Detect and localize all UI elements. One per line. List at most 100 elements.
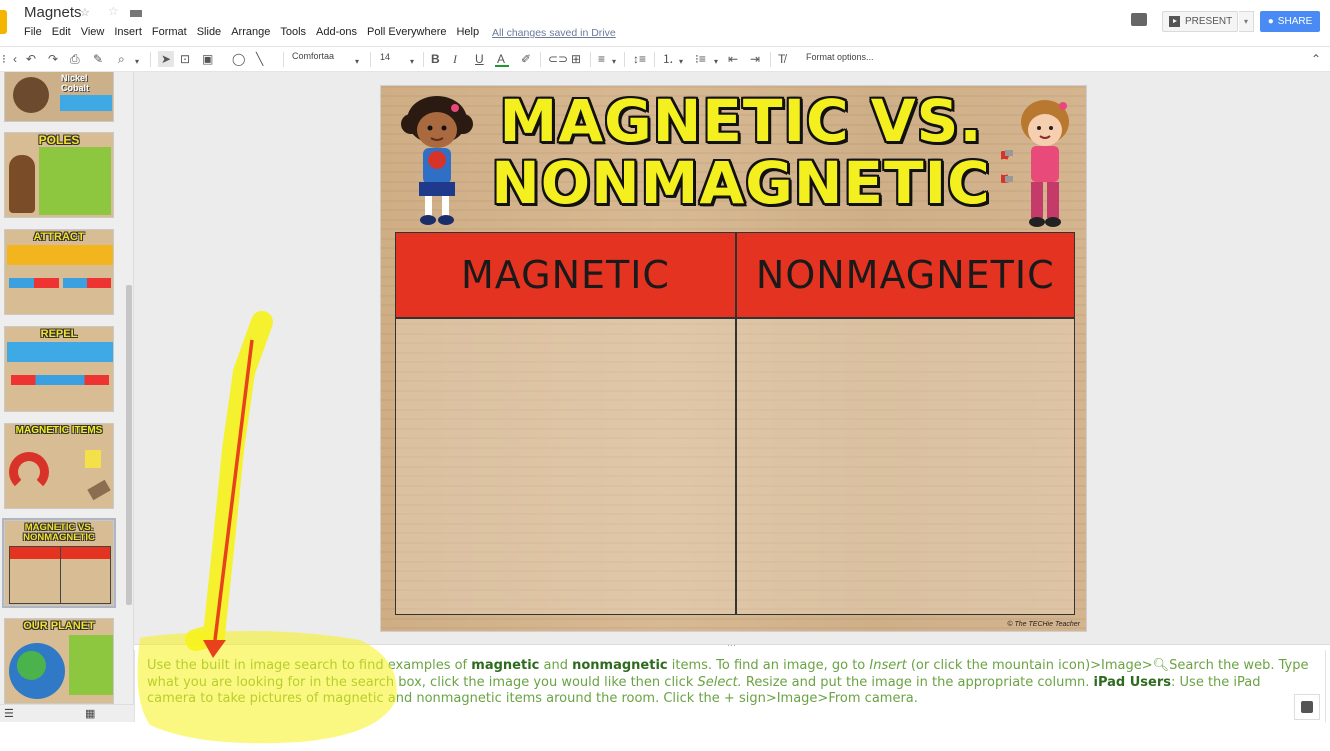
zoom-dropdown-icon[interactable]: ▾ bbox=[135, 54, 139, 70]
folder-icon[interactable] bbox=[130, 10, 142, 17]
menu-poll-everywhere[interactable]: Poll Everywhere bbox=[367, 26, 446, 42]
filmstrip-scrollbar[interactable] bbox=[126, 285, 132, 605]
undo-icon[interactable]: ↶ bbox=[26, 51, 36, 67]
underline-icon[interactable]: U bbox=[475, 51, 484, 67]
paint-format-icon[interactable]: ✎ bbox=[93, 51, 103, 67]
image-icon[interactable]: ▣ bbox=[202, 51, 213, 67]
slide-thumbnail-2[interactable]: POLES bbox=[4, 132, 114, 218]
toolbar-divider bbox=[370, 52, 371, 67]
speaker-notes[interactable]: Use the built in image search to find ex… bbox=[134, 650, 1326, 722]
toolbar-divider bbox=[654, 52, 655, 67]
notes-bold-magnetic: magnetic bbox=[471, 658, 540, 673]
select-tool-icon[interactable]: ➤ bbox=[158, 51, 175, 67]
grid-view-icon[interactable]: ▦ bbox=[85, 707, 95, 720]
font-size-dropdown[interactable]: 14 bbox=[380, 52, 390, 62]
font-size-arrow-icon[interactable]: ▾ bbox=[410, 54, 414, 70]
menu-edit[interactable]: Edit bbox=[52, 26, 71, 42]
decrease-indent-icon[interactable]: ⇤ bbox=[728, 51, 738, 67]
zoom-icon[interactable]: ⌕ bbox=[118, 51, 125, 67]
notes-bold-ipad-users: iPad Users bbox=[1093, 674, 1172, 690]
notes-text: (or click the mountain icon)>Image> bbox=[906, 658, 1153, 673]
print-icon[interactable]: ⎙ bbox=[70, 51, 80, 67]
filmstrip-view-bar bbox=[0, 704, 134, 722]
toolbar-collapse-icon[interactable]: ⁝ bbox=[2, 51, 6, 67]
menu-slide[interactable]: Slide bbox=[197, 26, 221, 42]
menu-file[interactable]: File bbox=[24, 26, 42, 42]
girl-with-magnet-image bbox=[1001, 100, 1069, 227]
bulleted-list-dropdown-icon[interactable]: ▾ bbox=[714, 54, 718, 70]
slide-thumbnail-4[interactable]: REPEL bbox=[4, 326, 114, 412]
slide-thumbnail-title: Nickel Cobalt bbox=[61, 73, 89, 93]
slide-thumbnail-3[interactable]: ATTRACT bbox=[4, 229, 114, 315]
notes-italic-select: Select. bbox=[697, 674, 742, 690]
comments-icon[interactable] bbox=[1131, 13, 1147, 26]
italic-icon[interactable]: I bbox=[453, 51, 457, 67]
slide-thumbnail-title: REPEL bbox=[40, 328, 78, 340]
notes-resize-handle-icon[interactable]: ··· bbox=[727, 640, 736, 650]
girl-character-image bbox=[401, 96, 473, 225]
slide-title-line-2: NONMAGNETIC bbox=[491, 149, 991, 217]
slide-thumbnail-5[interactable]: MAGNETIC ITEMS bbox=[4, 423, 114, 509]
thumbnail-table-divider bbox=[60, 547, 61, 603]
bold-icon[interactable]: B bbox=[431, 51, 440, 67]
collapse-toolbar-icon[interactable]: ⌃ bbox=[1311, 51, 1321, 67]
toolbar-divider bbox=[624, 52, 625, 67]
numbered-list-dropdown-icon[interactable]: ▾ bbox=[679, 54, 683, 70]
menu-help[interactable]: Help bbox=[456, 26, 479, 42]
font-dropdown[interactable]: Comfortaa bbox=[292, 51, 334, 61]
slide-title[interactable]: MAGNETIC VS. NONMAGNETIC bbox=[481, 90, 1001, 214]
increase-indent-icon[interactable]: ⇥ bbox=[750, 51, 760, 67]
shape-icon[interactable]: ◯ bbox=[232, 51, 245, 67]
toolbar-chevron-icon[interactable]: ‹ bbox=[13, 51, 17, 67]
menu-view[interactable]: View bbox=[81, 26, 105, 42]
slide-thumbnail-1[interactable]: Nickel Cobalt bbox=[4, 72, 114, 122]
textbox-icon[interactable]: ⊡ bbox=[180, 51, 190, 67]
thumbnail-text-box bbox=[69, 635, 113, 695]
column-header-nonmagnetic[interactable]: NONMAGNETIC bbox=[736, 233, 1074, 317]
thumbnail-character-image bbox=[9, 155, 35, 213]
toolbar-divider bbox=[590, 52, 591, 67]
filmstrip-view-icon[interactable]: ☰ bbox=[4, 707, 14, 720]
numbered-list-icon[interactable]: ⒈ bbox=[662, 51, 674, 67]
menu-insert[interactable]: Insert bbox=[114, 26, 142, 42]
slide-canvas[interactable]: MAGNETIC VS. NONMAGNETIC MAGNETIC NONMAG… bbox=[380, 85, 1087, 632]
format-options-button[interactable]: Format options... bbox=[806, 52, 874, 62]
share-button[interactable]: ● SHARE bbox=[1260, 11, 1320, 32]
explore-button[interactable] bbox=[1294, 694, 1320, 720]
link-icon[interactable]: ⊂⊃ bbox=[548, 51, 568, 67]
font-dropdown-arrow-icon[interactable]: ▾ bbox=[355, 54, 359, 70]
menu-addons[interactable]: Add-ons bbox=[316, 26, 357, 42]
star-outline-icon[interactable]: ☆ bbox=[108, 4, 119, 18]
thumbnail-horseshoe-magnet-image bbox=[9, 452, 49, 492]
menu-tools[interactable]: Tools bbox=[280, 26, 306, 42]
bulleted-list-icon[interactable]: ⁝≡ bbox=[695, 51, 706, 67]
align-dropdown-icon[interactable]: ▾ bbox=[612, 54, 616, 70]
menu-arrange[interactable]: Arrange bbox=[231, 26, 270, 42]
slide-thumbnail-6[interactable]: MAGNETIC VS. NONMAGNETIC bbox=[2, 518, 116, 608]
thumbnail-earth-image bbox=[9, 643, 65, 699]
line-icon[interactable]: ╲ bbox=[256, 51, 263, 67]
thumbnail-character-image bbox=[13, 77, 49, 113]
highlight-color-icon[interactable]: ✐ bbox=[521, 51, 531, 67]
slide-thumbnail-title: OUR PLANET bbox=[23, 620, 95, 632]
add-comment-icon[interactable]: ⊞ bbox=[571, 51, 581, 67]
clear-formatting-icon[interactable]: T̸ bbox=[778, 51, 785, 67]
star-icon[interactable]: ☆ bbox=[80, 6, 90, 19]
present-button[interactable]: PRESENT bbox=[1162, 11, 1238, 32]
column-header-magnetic[interactable]: MAGNETIC bbox=[396, 233, 735, 317]
toolbar-divider bbox=[283, 52, 284, 67]
redo-icon[interactable]: ↷ bbox=[48, 51, 58, 67]
slide-thumbnail-title: MAGNETIC ITEMS bbox=[15, 425, 103, 436]
present-label: PRESENT bbox=[1185, 16, 1233, 27]
notes-text: items. To find an image, go to bbox=[667, 658, 870, 673]
align-icon[interactable]: ≡ bbox=[598, 51, 605, 67]
magnifier-icon: 🔍︎ bbox=[1152, 658, 1170, 673]
saved-status-link[interactable]: All changes saved in Drive bbox=[492, 27, 616, 39]
present-dropdown-button[interactable]: ▾ bbox=[1239, 11, 1254, 32]
line-spacing-icon[interactable]: ↕≡ bbox=[633, 51, 646, 67]
menu-format[interactable]: Format bbox=[152, 26, 187, 42]
notes-text: and bbox=[539, 658, 573, 673]
document-title[interactable]: Magnets bbox=[24, 5, 82, 21]
slide-thumbnail-7[interactable]: OUR PLANET bbox=[4, 618, 114, 704]
slides-logo[interactable] bbox=[0, 10, 7, 34]
